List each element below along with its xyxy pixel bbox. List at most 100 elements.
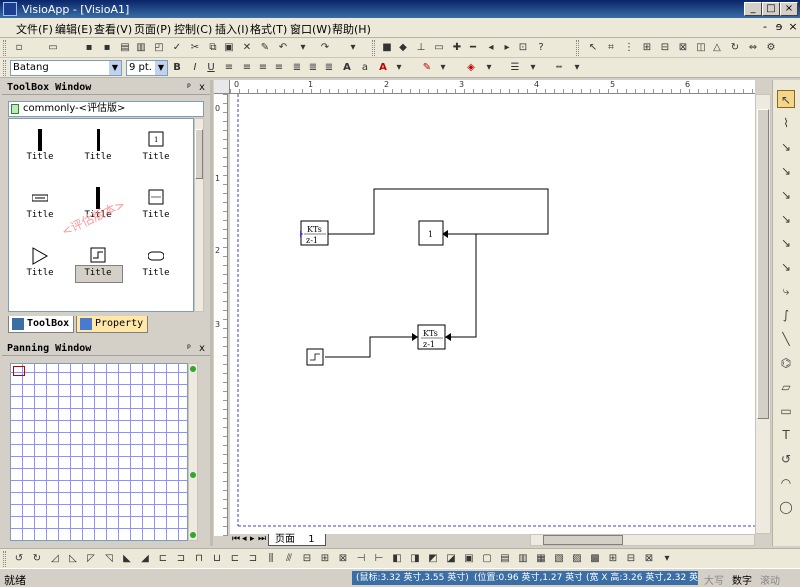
layer-icon[interactable]: ▦ xyxy=(534,552,548,566)
chevron-down-icon[interactable]: ▼ xyxy=(109,61,121,75)
connector-elbow-icon[interactable]: ↘ xyxy=(777,162,795,180)
line-tool-icon[interactable]: ╲ xyxy=(777,330,795,348)
shapes-icon[interactable]: ■ xyxy=(380,41,394,55)
stencil-path[interactable]: commonly-<评估版> xyxy=(8,101,204,117)
more-icon[interactable]: ▾ xyxy=(660,552,674,566)
panning-preview[interactable] xyxy=(10,363,188,541)
rotate-right-icon[interactable]: ↻ xyxy=(30,552,44,566)
close-icon[interactable]: x xyxy=(199,341,205,356)
rectangle-icon[interactable]: ▭ xyxy=(432,41,446,55)
pane-splitter[interactable] xyxy=(210,80,213,546)
triangle-icon[interactable]: △ xyxy=(710,41,724,55)
same-width-icon[interactable]: ⊟ xyxy=(300,552,314,566)
table-icon[interactable]: ⊞ xyxy=(606,552,620,566)
slider-handle[interactable] xyxy=(190,472,196,478)
connector-curve-icon[interactable]: ↘ xyxy=(777,234,795,252)
group-icon[interactable]: ▣ xyxy=(462,552,476,566)
step-source-block[interactable] xyxy=(306,348,324,366)
align-bottom-icon[interactable]: ≣ xyxy=(322,61,336,75)
rotate-left-icon[interactable]: ↺ xyxy=(12,552,26,566)
transfer-function-block[interactable]: KTs z-1 xyxy=(417,324,446,350)
print-preview-icon[interactable]: ▤ xyxy=(118,41,132,55)
scrollbar-thumb[interactable] xyxy=(195,129,203,179)
paste-icon[interactable]: ▣ xyxy=(222,41,236,55)
triangle-left-icon[interactable]: ◣ xyxy=(120,552,134,566)
ellipse-tool-icon[interactable]: ◯ xyxy=(777,498,795,516)
toolbar-grip[interactable] xyxy=(372,40,375,56)
align-left-edges-icon[interactable]: ⊏ xyxy=(156,552,170,566)
same-height-icon[interactable]: ⊞ xyxy=(318,552,332,566)
send-backward-icon[interactable]: ◪ xyxy=(444,552,458,566)
prev-page-icon[interactable]: ◂ xyxy=(242,534,247,544)
rotate-icon[interactable]: ↻ xyxy=(728,41,742,55)
group-icon[interactable]: ◫ xyxy=(694,41,708,55)
slider-top-handle[interactable] xyxy=(190,366,196,372)
menu-window[interactable]: 窗口(W) xyxy=(290,21,331,37)
align-middle-icon[interactable]: ≣ xyxy=(306,61,320,75)
triangle-right-icon[interactable]: ◢ xyxy=(138,552,152,566)
drawing-canvas[interactable]: KTs z-1 1 KTs z-1 xyxy=(230,94,755,534)
menu-view[interactable]: 查看(V) xyxy=(94,21,132,37)
close-icon[interactable]: x xyxy=(199,80,205,95)
send-back-icon[interactable]: ◨ xyxy=(408,552,422,566)
toolbar-grip[interactable] xyxy=(576,40,579,56)
space-h-icon[interactable]: ⊣ xyxy=(354,552,368,566)
horizontal-scrollbar[interactable] xyxy=(530,534,755,546)
menu-page[interactable]: 页面(P) xyxy=(134,21,171,37)
mdi-restore-button[interactable]: ɘ xyxy=(772,20,786,33)
maximize-button[interactable]: □ xyxy=(762,2,780,16)
align-left-icon[interactable]: ≡ xyxy=(222,61,236,75)
redo-dropdown-icon[interactable]: ▾ xyxy=(346,41,360,55)
toolbox-item[interactable]: Title xyxy=(13,181,67,237)
chevron-down-icon[interactable]: ▾ xyxy=(482,61,496,75)
first-page-icon[interactable]: ⏮ xyxy=(232,534,240,544)
underline-button[interactable]: U xyxy=(204,61,218,75)
guide-icon[interactable]: ▩ xyxy=(588,552,602,566)
new-file-icon[interactable]: ▫ xyxy=(12,41,26,55)
distribute-v-icon[interactable]: ⫻ xyxy=(282,552,296,566)
panning-zoom-slider[interactable] xyxy=(188,363,198,541)
align-tops-icon[interactable]: ⊔ xyxy=(210,552,224,566)
line-weight-icon[interactable]: ☰ xyxy=(508,61,522,75)
connector-icon[interactable]: ⊥ xyxy=(414,41,428,55)
toolbox-item[interactable]: Title xyxy=(129,239,183,295)
connector-s-curve-icon[interactable]: ∫ xyxy=(777,306,795,324)
align-icon[interactable]: ⊟ xyxy=(658,41,672,55)
align-center-icon[interactable]: ≡ xyxy=(240,61,254,75)
redo-icon[interactable]: ↷ xyxy=(318,41,332,55)
arc-tool-icon[interactable]: ◠ xyxy=(777,474,795,492)
last-page-icon[interactable]: ⏭ xyxy=(258,534,266,544)
connector-elbow-3-icon[interactable]: ↘ xyxy=(777,210,795,228)
font-select[interactable]: Batang ▼ xyxy=(10,60,122,76)
tab-property[interactable]: Property xyxy=(76,316,148,333)
connector-arc-icon[interactable]: ⤷ xyxy=(777,282,795,300)
lock-icon[interactable]: ▤ xyxy=(498,552,512,566)
toolbox-scrollbar[interactable] xyxy=(194,118,204,312)
menu-edit[interactable]: 编辑(E) xyxy=(55,21,93,37)
add-icon[interactable]: ✚ xyxy=(450,41,464,55)
menu-insert[interactable]: 插入(I) xyxy=(215,21,249,37)
table-2-icon[interactable]: ⊟ xyxy=(624,552,638,566)
rectangle-tool-icon[interactable]: ▭ xyxy=(777,402,795,420)
menu-help[interactable]: 帮助(H) xyxy=(332,21,371,37)
freeform-tool-icon[interactable]: ▱ xyxy=(777,378,795,396)
toolbox-item[interactable]: Title xyxy=(71,239,125,295)
font-color-icon[interactable]: A xyxy=(376,61,390,75)
settings-icon[interactable]: ⚙ xyxy=(764,41,778,55)
slider-bottom-handle[interactable] xyxy=(190,532,196,538)
connector-straight-icon[interactable]: ↘ xyxy=(777,138,795,156)
pin-icon[interactable]: ᵖ xyxy=(186,341,192,356)
zoom-icon[interactable]: ⊡ xyxy=(516,41,530,55)
snap-icon[interactable]: ⊞ xyxy=(640,41,654,55)
align-middles-icon[interactable]: ⊏ xyxy=(228,552,242,566)
flip-icon[interactable]: ⇔ xyxy=(746,41,760,55)
subtract-icon[interactable]: ━ xyxy=(466,41,480,55)
toolbox-item[interactable]: 1 Title xyxy=(129,123,183,179)
next-page-icon[interactable]: ▸ xyxy=(250,534,255,544)
table-3-icon[interactable]: ⊠ xyxy=(642,552,656,566)
ungroup-icon[interactable]: ▢ xyxy=(480,552,494,566)
undo-dropdown-icon[interactable]: ▾ xyxy=(296,41,310,55)
align-top-icon[interactable]: ≣ xyxy=(290,61,304,75)
delete-icon[interactable]: ✕ xyxy=(240,41,254,55)
justify-icon[interactable]: ≡ xyxy=(272,61,286,75)
